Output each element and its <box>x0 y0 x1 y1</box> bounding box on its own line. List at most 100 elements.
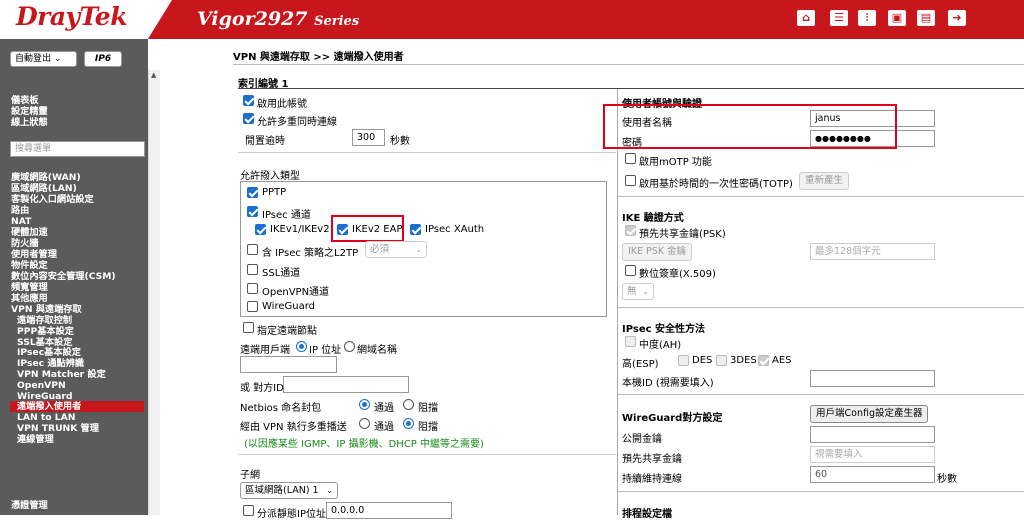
list-icon[interactable]: ☰ <box>830 10 848 26</box>
assign-ip-input[interactable]: 0.0.0.0 <box>326 502 452 519</box>
book-icon[interactable]: ▤ <box>917 10 935 26</box>
sidebar-item[interactable]: VPN 與遠端存取 <box>11 304 82 315</box>
aes-checkbox[interactable] <box>758 355 769 366</box>
l2tp-checkbox[interactable] <box>247 244 258 255</box>
wg-config-button[interactable]: 用戶端Config設定產生器 <box>810 405 929 423</box>
ipv6-button[interactable]: IP6 <box>84 51 122 67</box>
psk-checkbox[interactable] <box>625 225 636 236</box>
sidebar-item[interactable]: 物件設定 <box>11 260 48 271</box>
l2tp-select[interactable]: 必須 ⌄ <box>365 241 427 258</box>
sidebar-scrollbar[interactable] <box>148 70 160 515</box>
draytek-logo: DrayTek <box>0 0 172 39</box>
multicast-label: 經由 VPN 執行多重播送 <box>240 422 347 433</box>
breadcrumb: VPN 與遠端存取 >> 遠端撥入使用者 <box>233 52 404 63</box>
keepalive-input[interactable]: 60 <box>810 466 935 483</box>
remote-ip-input[interactable] <box>240 356 337 373</box>
idle-timeout-unit: 秒數 <box>390 136 410 147</box>
ipsec-tunnel-checkbox[interactable] <box>247 206 258 217</box>
preshared-key-input[interactable]: 視需要填入 <box>810 446 935 463</box>
settings-sliders-icon[interactable]: ⫶ <box>858 10 876 26</box>
sidebar-item[interactable]: 線上狀態 <box>11 117 48 128</box>
allowed-dialin-title: 允許撥入類型 <box>240 171 300 182</box>
l2tp-label: 含 IPsec 策略之L2TP <box>262 248 359 259</box>
sidebar-subitem[interactable]: WireGuard <box>17 391 72 402</box>
medium-ah-label: 中度(AH) <box>639 340 682 351</box>
pptp-label: PPTP <box>262 187 287 198</box>
sidebar-item[interactable]: 儀表板 <box>11 95 39 106</box>
specify-remote-label: 指定遠端節點 <box>257 326 317 337</box>
netbios-pass-label: 通過 <box>374 403 394 414</box>
auto-logout-select[interactable]: 自動登出 ⌄ <box>10 51 77 67</box>
sidebar-subitem[interactable]: SSL基本設定 <box>17 337 72 348</box>
sidebar-subitem[interactable]: 遠端存取控制 <box>17 315 72 326</box>
sidebar-item[interactable]: NAT <box>11 216 31 227</box>
des-checkbox[interactable] <box>678 355 689 366</box>
domain-name-radio[interactable] <box>344 341 355 352</box>
ip-address-radio[interactable] <box>296 341 307 352</box>
netbios-label: Netbios 命名封包 <box>240 403 322 414</box>
ikev1-ikev2-label: IKEv1/IKEv2 <box>270 224 330 235</box>
specify-remote-checkbox[interactable] <box>243 322 254 333</box>
3des-checkbox[interactable] <box>716 355 727 366</box>
ssl-tunnel-checkbox[interactable] <box>247 264 258 275</box>
menu-search-input[interactable]: 搜尋選單 <box>10 141 145 157</box>
sidebar-item[interactable]: 區域網路(LAN) <box>11 183 77 194</box>
x509-checkbox[interactable] <box>625 265 636 276</box>
multicast-pass-radio[interactable] <box>359 418 370 429</box>
sidebar-item[interactable]: 頻寬管理 <box>11 282 48 293</box>
medium-ah-checkbox[interactable] <box>625 336 636 347</box>
sidebar-item[interactable]: 其他應用 <box>11 293 48 304</box>
sidebar: 自動登出 ⌄ IP6 搜尋選單 儀表板 設定精靈 線上狀態廣域網路(WAN) 區域網路… <box>0 39 148 515</box>
idle-timeout-input[interactable]: 300 <box>352 129 385 146</box>
multicast-note: (以因應某些 IGMP、IP 攝影機、DHCP 中繼等之需要) <box>244 439 484 450</box>
sidebar-subitem[interactable]: PPP基本設定 <box>17 326 74 337</box>
ip-address-label: IP 位址 <box>309 345 342 356</box>
sidebar-subitem[interactable]: OpenVPN <box>17 380 66 391</box>
x509-label: 數位簽章(X.509) <box>639 269 716 280</box>
psk-label: 預先共享金鑰(PSK) <box>639 229 726 240</box>
subnet-select[interactable]: 區域網路(LAN) 1 ⌄ <box>240 482 338 499</box>
home-icon[interactable]: ⌂ <box>797 10 815 26</box>
sidebar-subitem[interactable]: VPN Matcher 設定 <box>17 369 106 380</box>
sidebar-subitem[interactable]: LAN to LAN <box>17 412 75 423</box>
ikev1-ikev2-checkbox[interactable] <box>255 224 266 235</box>
ike-psk-input[interactable]: 最多128個字元 <box>810 243 935 260</box>
pptp-checkbox[interactable] <box>247 187 258 198</box>
sidebar-item[interactable]: 使用者管理 <box>11 249 57 260</box>
totp-checkbox[interactable] <box>625 175 636 186</box>
motp-checkbox[interactable] <box>625 153 636 164</box>
local-id-input[interactable] <box>810 370 935 387</box>
logout-icon[interactable]: ➜ <box>948 10 966 26</box>
ike-psk-button[interactable]: IKE PSK 金鑰 <box>622 243 693 261</box>
sidebar-subitem[interactable]: IPsec 通點辨識 <box>17 358 84 369</box>
sidebar-subitem[interactable]: 連線管理 <box>17 434 54 445</box>
cert-select[interactable]: 無 ⌄ <box>622 283 654 300</box>
sidebar-item[interactable]: 廣域網路(WAN) <box>11 172 81 183</box>
sidebar-item[interactable]: 硬體加速 <box>11 227 48 238</box>
assign-ip-checkbox[interactable] <box>243 505 254 516</box>
netbios-pass-radio[interactable] <box>359 399 370 410</box>
netbios-block-radio[interactable] <box>403 399 414 410</box>
sidebar-subitem[interactable]: VPN TRUNK 管理 <box>17 423 99 434</box>
enable-account-checkbox[interactable] <box>243 95 254 106</box>
high-esp-label: 高(ESP) <box>622 359 659 370</box>
openvpn-checkbox[interactable] <box>247 283 258 294</box>
enable-account-label: 啟用此帳號 <box>257 99 307 110</box>
sidebar-item[interactable]: 路由 <box>11 205 29 216</box>
sidebar-item[interactable]: 憑證管理 <box>11 500 48 511</box>
sidebar-item-active[interactable]: 遠端撥入使用者 <box>10 401 144 413</box>
wireguard-checkbox[interactable] <box>247 301 258 312</box>
public-key-input[interactable] <box>810 426 935 443</box>
multicast-block-radio[interactable] <box>403 418 414 429</box>
remote-client-label: 遠端用戶端 <box>240 345 290 356</box>
sidebar-subitem[interactable]: IPsec基本設定 <box>17 347 81 358</box>
sidebar-item[interactable]: 客製化入口網站設定 <box>11 194 94 205</box>
save-icon[interactable]: ▣ <box>888 10 906 26</box>
regenerate-button[interactable]: 重新產生 <box>799 172 850 190</box>
sidebar-item[interactable]: 防火牆 <box>11 238 39 249</box>
ipsec-xauth-checkbox[interactable] <box>410 224 421 235</box>
allow-multi-checkbox[interactable] <box>243 113 254 124</box>
peer-id-input[interactable] <box>283 376 409 393</box>
sidebar-item[interactable]: 數位內容安全管理(CSM) <box>11 271 116 282</box>
sidebar-item[interactable]: 設定精靈 <box>11 106 48 117</box>
